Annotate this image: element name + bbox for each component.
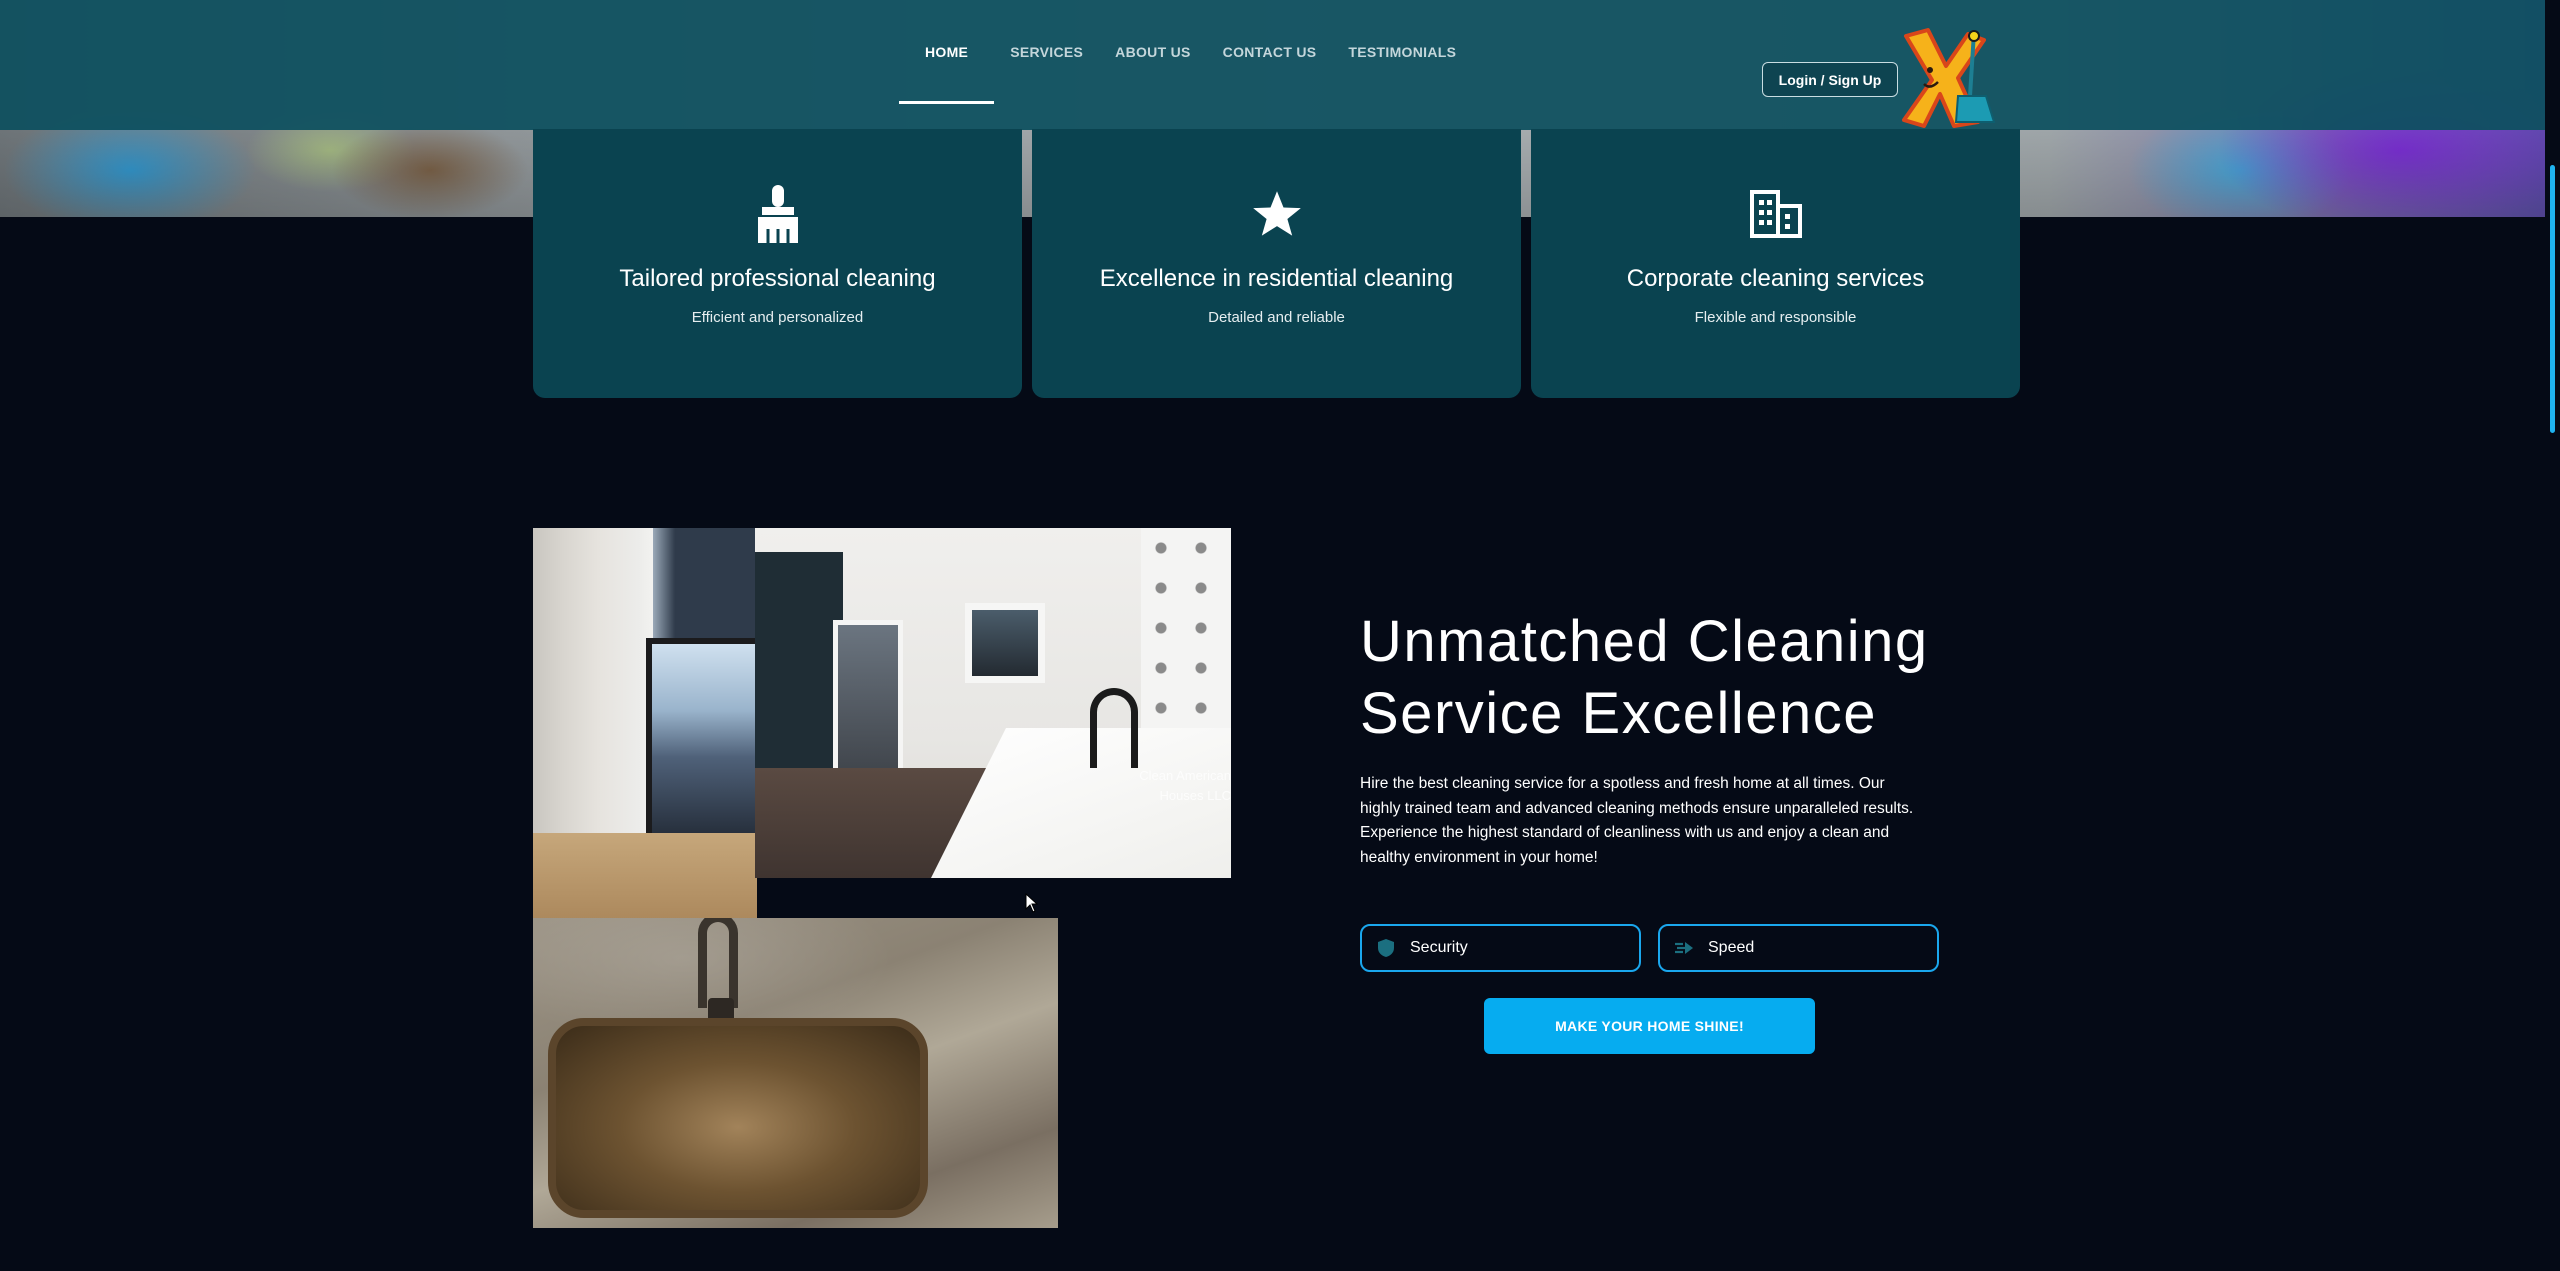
card-title: Excellence in residential cleaning: [1099, 265, 1454, 292]
mascot-logo-icon[interactable]: [1898, 26, 1998, 130]
security-pill[interactable]: Security: [1360, 924, 1641, 972]
make-your-home-shine-button[interactable]: MAKE YOUR HOME SHINE!: [1484, 998, 1815, 1054]
main-nav: HOME SERVICES ABOUT US CONTACT US TESTIM…: [899, 0, 1472, 130]
section-heading: Unmatched Cleaning Service Excellence: [1360, 609, 1929, 746]
broom-icon: [752, 185, 804, 243]
nav-item-testimonials[interactable]: TESTIMONIALS: [1332, 0, 1472, 104]
nav-item-about-us[interactable]: ABOUT US: [1099, 0, 1207, 104]
speed-pill[interactable]: Speed: [1658, 924, 1939, 972]
nav-item-home[interactable]: HOME: [899, 0, 995, 104]
building-icon: [1749, 185, 1802, 243]
speed-icon: [1674, 938, 1694, 958]
photo-kitchen-sink: [533, 918, 1058, 1228]
section-description: Hire the best cleaning service for a spo…: [1360, 775, 1914, 866]
service-card-professional: Tailored professional cleaning Efficient…: [533, 129, 1022, 398]
login-signup-button[interactable]: Login / Sign Up: [1762, 62, 1898, 97]
service-card-corporate: Corporate cleaning services Flexible and…: [1531, 129, 2020, 398]
card-title: Corporate cleaning services: [1626, 265, 1925, 292]
pill-label: Speed: [1708, 939, 1755, 956]
nav-item-contact-us[interactable]: CONTACT US: [1207, 0, 1333, 104]
star-icon: [1251, 185, 1303, 243]
pill-label: Security: [1410, 939, 1468, 956]
service-card-residential: Excellence in residential cleaning Detai…: [1032, 129, 1521, 398]
scrollbar-thumb[interactable]: [2550, 165, 2555, 433]
shield-icon: [1376, 938, 1396, 958]
card-subtitle: Flexible and responsible: [1694, 309, 1857, 326]
site-header: HOME SERVICES ABOUT US CONTACT US TESTIM…: [0, 0, 2545, 130]
photo-kitchen-interior: Clean American Houses LLC: [755, 528, 1231, 878]
mouse-cursor-icon: [1025, 892, 1039, 913]
card-title: Tailored professional cleaning: [619, 265, 936, 292]
photo-watermark: Clean American Houses LLC: [1139, 768, 1231, 803]
nav-item-services[interactable]: SERVICES: [994, 0, 1099, 104]
photo-apartment-room: [533, 528, 757, 933]
card-subtitle: Detailed and reliable: [1208, 309, 1345, 326]
card-subtitle: Efficient and personalized: [691, 309, 864, 326]
